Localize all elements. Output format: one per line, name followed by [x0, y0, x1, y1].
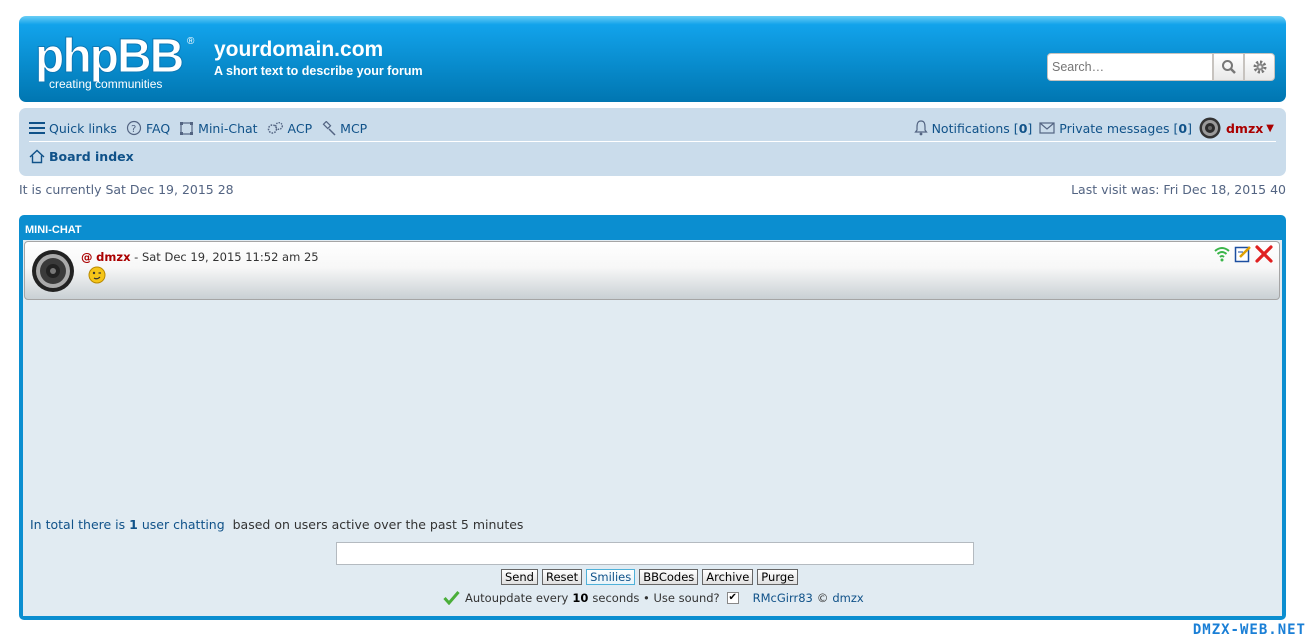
svg-text:phpBB: phpBB	[35, 30, 183, 83]
svg-text:®: ®	[187, 36, 195, 47]
page: phpBB ® creating communities yourdomain.…	[0, 0, 1311, 640]
wink-smiley-icon	[88, 266, 106, 284]
svg-text:?: ?	[131, 124, 136, 135]
site-description: A short text to describe your forum	[214, 64, 423, 78]
notifications-link[interactable]: Notifications [0]	[913, 120, 1032, 136]
chat-message: @ dmzx - Sat Dec 19, 2015 11:52 am 25	[24, 241, 1280, 300]
user-avatar	[1199, 117, 1221, 139]
private-messages-link[interactable]: Private messages [0]	[1039, 121, 1192, 136]
caret-down-icon: ▼	[1266, 122, 1274, 134]
navbar-divider	[29, 141, 1276, 142]
credit-copyright: ©	[816, 590, 829, 605]
search-input[interactable]	[1047, 53, 1213, 81]
mcp-link[interactable]: MCP	[321, 120, 368, 136]
autoupdate-seconds: 10	[572, 590, 589, 605]
autoupdate-prefix: Autoupdate every	[465, 590, 569, 605]
chat-icon	[179, 121, 194, 136]
envelope-icon	[1039, 122, 1055, 134]
phpbb-logo-graphic: phpBB ® creating communities	[35, 30, 196, 92]
users-chatting-link[interactable]: user chatting	[142, 517, 225, 532]
minichat-title: MINI-CHAT	[25, 224, 82, 236]
last-visit: Last visit was: Fri Dec 18, 2015 40	[1071, 182, 1286, 197]
purge-button[interactable]: Purge	[757, 569, 799, 585]
message-avatar	[31, 249, 75, 293]
chat-footer: Autoupdate every 10 seconds • Use sound?…	[443, 590, 864, 605]
autoupdate-suffix: seconds • Use sound?	[592, 590, 720, 605]
signal-icon[interactable]	[1213, 245, 1231, 266]
username: dmzx	[1225, 120, 1264, 136]
site-title[interactable]: yourdomain.com	[214, 38, 383, 62]
mention-at[interactable]: @	[81, 250, 93, 264]
stats-count: 1	[129, 517, 138, 532]
credit-author-link[interactable]: RMcGirr83	[753, 591, 813, 605]
advanced-search-button[interactable]	[1244, 53, 1275, 81]
question-icon: ?	[126, 120, 142, 136]
user-nav: Notifications [0] Private messages [0] d…	[907, 116, 1274, 140]
private-messages-label: Private messages	[1059, 120, 1170, 136]
notifications-label: Notifications	[931, 120, 1010, 136]
gear-icon	[1253, 60, 1266, 74]
edit-icon[interactable]	[1234, 245, 1252, 266]
faq-link[interactable]: ? FAQ	[126, 120, 170, 136]
header-bar: phpBB ® creating communities yourdomain.…	[19, 16, 1286, 102]
mcp-label: MCP	[340, 120, 368, 136]
gavel-icon	[321, 120, 336, 136]
faq-label: FAQ	[145, 120, 171, 136]
quick-links-menu[interactable]: Quick links	[29, 121, 117, 136]
send-button[interactable]: Send	[501, 569, 538, 585]
minichat-body: @ dmzx - Sat Dec 19, 2015 11:52 am 25 In…	[23, 240, 1282, 616]
delete-icon[interactable]	[1255, 245, 1273, 266]
chat-buttons: Send Reset Smilies BBCodes Archive Purge	[501, 569, 799, 585]
hamburger-icon	[29, 121, 45, 135]
current-time: It is currently Sat Dec 19, 2015 28	[19, 182, 234, 197]
acp-link[interactable]: ACP	[267, 120, 313, 136]
message-separator: -	[130, 250, 142, 264]
message-meta: @ dmzx - Sat Dec 19, 2015 11:52 am 25	[81, 250, 319, 264]
notifications-count: 0	[1018, 120, 1028, 136]
quick-links-label: Quick links	[49, 120, 117, 136]
search-box	[1047, 53, 1275, 81]
smilies-button[interactable]: Smilies	[586, 569, 636, 585]
stats-prefix: In total there is	[30, 517, 126, 532]
svg-text:creating communities: creating communities	[49, 77, 162, 91]
home-icon	[29, 149, 45, 164]
bbcodes-button[interactable]: BBCodes	[639, 569, 699, 585]
navbar: Quick links ? FAQ Mini-Chat ACP MCP Noti…	[19, 108, 1286, 176]
watermark: DMZX-WEB.NET	[1192, 622, 1306, 638]
search-button[interactable]	[1213, 53, 1244, 81]
minichat-panel: MINI-CHAT @ dmzx - Sat Dec 19, 2015 11:5…	[19, 215, 1286, 620]
private-messages-count: 0	[1178, 120, 1188, 136]
chat-message-input[interactable]	[336, 542, 974, 565]
user-menu[interactable]: dmzx ▼	[1199, 117, 1274, 139]
bell-icon	[913, 120, 928, 136]
message-author[interactable]: dmzx	[96, 250, 130, 264]
board-index-link[interactable]: Board index	[29, 149, 134, 164]
phpbb-logo[interactable]: phpBB ® creating communities	[35, 30, 200, 92]
search-icon	[1221, 60, 1236, 74]
cogs-icon	[267, 121, 284, 136]
mini-chat-label: Mini-Chat	[198, 120, 258, 136]
chat-stats: In total there is 1 user chatting based …	[30, 517, 523, 532]
credit-owner-link[interactable]: dmzx	[832, 591, 863, 605]
checkmark-icon	[443, 590, 460, 605]
acp-label: ACP	[287, 120, 313, 136]
reset-button[interactable]: Reset	[541, 569, 583, 585]
breadcrumb: Board index	[29, 149, 134, 164]
use-sound-checkbox[interactable]: ✔	[726, 591, 739, 604]
message-time: Sat Dec 19, 2015 11:52 am 25	[141, 250, 319, 264]
board-index-label: Board index	[49, 149, 134, 164]
archive-button[interactable]: Archive	[702, 569, 754, 585]
stats-suffix: based on users active over the past 5 mi…	[232, 517, 524, 532]
message-actions	[1213, 245, 1273, 266]
mini-chat-link[interactable]: Mini-Chat	[179, 120, 258, 136]
